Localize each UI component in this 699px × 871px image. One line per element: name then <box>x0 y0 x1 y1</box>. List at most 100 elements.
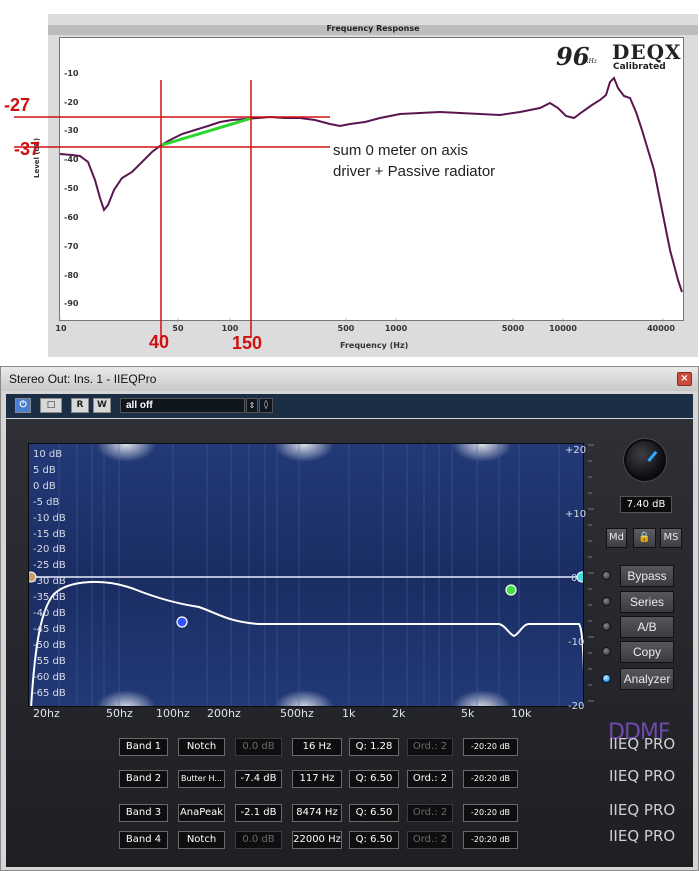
band-order-field[interactable]: Ord.: 2 <box>407 738 453 756</box>
window-title: Stereo Out: Ins. 1 - IIEQPro <box>9 372 157 386</box>
marker-label-minus37: -37 <box>14 139 41 159</box>
band-2-handle[interactable] <box>176 616 188 628</box>
marker-label-minus27: -27 <box>4 95 31 115</box>
db-label: -60 dB <box>33 672 66 683</box>
analyzer-led[interactable] <box>602 674 611 683</box>
slope-fit-line <box>161 116 253 147</box>
y-tick: -40 <box>64 155 79 164</box>
series-button[interactable]: Series <box>620 591 674 613</box>
band-gain-field[interactable]: 0.0 dB <box>235 738 282 756</box>
frequency-response-image: Frequency Response -10 -20 -30 -40 -50 -… <box>0 0 699 360</box>
band-4-handle[interactable] <box>576 571 584 583</box>
band-type-select[interactable]: AnaPeak <box>178 804 225 822</box>
db-label: -5 dB <box>33 497 60 508</box>
marker-label-40: 40 <box>149 332 170 352</box>
band-q-field[interactable]: Q: 6.50 <box>349 770 399 788</box>
gain-scale-ticks <box>588 444 594 702</box>
db-label: -40 dB <box>33 608 66 619</box>
band-range-field[interactable]: -20:20 dB <box>463 738 518 756</box>
band-type-select[interactable]: Notch <box>178 831 225 849</box>
band-order-field[interactable]: Ord.: 2 <box>407 770 453 788</box>
band-q-field[interactable]: Q: 6.50 <box>349 804 399 822</box>
screenshot-root: Frequency Response -10 -20 -30 -40 -50 -… <box>0 0 699 871</box>
read-automation-button[interactable]: R <box>71 398 89 413</box>
band-order-field[interactable]: Ord.: 2 <box>407 804 453 822</box>
db-label: -65 dB <box>33 688 66 699</box>
eq-graph-svg <box>29 444 584 706</box>
lock-icon[interactable]: 🔒 <box>633 528 656 548</box>
band-name-button[interactable]: Band 1 <box>119 738 168 756</box>
product-label: IIEQ PRO <box>609 767 676 785</box>
power-button[interactable]: ⏻ <box>15 398 31 413</box>
bypass-button[interactable]: Bypass <box>620 565 674 587</box>
window-titlebar[interactable]: Stereo Out: Ins. 1 - IIEQPro × <box>1 367 698 391</box>
x-tick: 50 <box>172 324 184 333</box>
preset-spin-icon[interactable]: ⇕ <box>246 398 258 413</box>
band-3-handle[interactable] <box>505 584 517 596</box>
gain-scale-label: -10 <box>568 637 585 648</box>
mid-side-button[interactable]: MS <box>660 528 682 548</box>
band-q-field[interactable]: Q: 1.28 <box>349 738 399 756</box>
product-label: IIEQ PRO <box>609 827 676 845</box>
band-name-button[interactable]: Band 2 <box>119 770 168 788</box>
y-tick: -80 <box>64 271 79 280</box>
bypass-led[interactable] <box>602 571 611 580</box>
band-order-field[interactable]: Ord.: 2 <box>407 831 453 849</box>
bypass-toggle-button[interactable]: □ <box>40 398 62 413</box>
preset-menu-icon[interactable]: ◊ <box>259 398 273 413</box>
db-label: -15 dB <box>33 529 66 540</box>
frequency-response-trace <box>59 76 683 293</box>
db-label: -35 dB <box>33 592 66 603</box>
freq-label: 50hz <box>106 707 133 720</box>
series-led[interactable] <box>602 597 611 606</box>
gain-scale-label: +10 <box>565 509 587 520</box>
band-type-select[interactable]: Butter H... <box>178 770 225 788</box>
close-button[interactable]: × <box>677 372 692 386</box>
x-tick: 100 <box>221 324 239 333</box>
eq-plugin-panel: 10 dB 5 dB 0 dB -5 dB -10 dB -15 dB -20 … <box>6 419 693 867</box>
band-type-select[interactable]: Notch <box>178 738 225 756</box>
band-range-field[interactable]: -20:20 dB <box>463 831 518 849</box>
db-label: 0 dB <box>33 481 56 492</box>
db-label: -20 dB <box>33 544 66 555</box>
db-label: -10 dB <box>33 513 66 524</box>
band-range-field[interactable]: -20:20 dB <box>463 804 518 822</box>
y-tick: -50 <box>64 184 79 193</box>
band-freq-field[interactable]: 8474 Hz <box>292 804 342 822</box>
marker-label-150: 150 <box>232 333 263 353</box>
ab-led[interactable] <box>602 622 611 631</box>
mid-mode-button[interactable]: Md <box>606 528 627 548</box>
band-gain-field[interactable]: -2.1 dB <box>235 804 282 822</box>
band-gain-field[interactable]: 0.0 dB <box>235 831 282 849</box>
x-tick: 40000 <box>647 324 675 333</box>
band-range-field[interactable]: -20:20 dB <box>463 770 518 788</box>
band-q-field[interactable]: Q: 6.50 <box>349 831 399 849</box>
copy-button[interactable]: Copy <box>620 641 674 663</box>
output-gain-knob[interactable] <box>624 439 666 481</box>
ab-button[interactable]: A/B <box>620 616 674 638</box>
band-freq-field[interactable]: 16 Hz <box>292 738 342 756</box>
product-label: IIEQ PRO <box>609 801 676 819</box>
plugin-window: Stereo Out: Ins. 1 - IIEQPro × ⏻ □ R W a… <box>0 366 699 871</box>
eq-graph[interactable]: 10 dB 5 dB 0 dB -5 dB -10 dB -15 dB -20 … <box>28 443 584 707</box>
write-automation-button[interactable]: W <box>93 398 111 413</box>
copy-led[interactable] <box>602 647 611 656</box>
freq-label: 20hz <box>33 707 60 720</box>
analyzer-button[interactable]: Analyzer <box>620 668 674 690</box>
band-freq-field[interactable]: 117 Hz <box>292 770 342 788</box>
band-name-button[interactable]: Band 3 <box>119 804 168 822</box>
band-name-button[interactable]: Band 4 <box>119 831 168 849</box>
measurement-x-gridlines <box>59 318 664 322</box>
x-tick: 10 <box>55 324 67 333</box>
freq-label: 1k <box>342 707 356 720</box>
knob-indicator <box>647 450 658 462</box>
db-label: -25 dB <box>33 560 66 571</box>
db-label: -50 dB <box>33 640 66 651</box>
band-gain-field[interactable]: -7.4 dB <box>235 770 282 788</box>
y-tick: -30 <box>64 126 79 135</box>
band-freq-field[interactable]: 22000 Hz <box>292 831 342 849</box>
gain-scale-label: +20 <box>565 445 587 456</box>
output-gain-value[interactable]: 7.40 dB <box>620 496 672 513</box>
annotation-line-1: sum 0 meter on axis <box>333 142 469 159</box>
preset-selector[interactable]: all off <box>120 398 245 413</box>
